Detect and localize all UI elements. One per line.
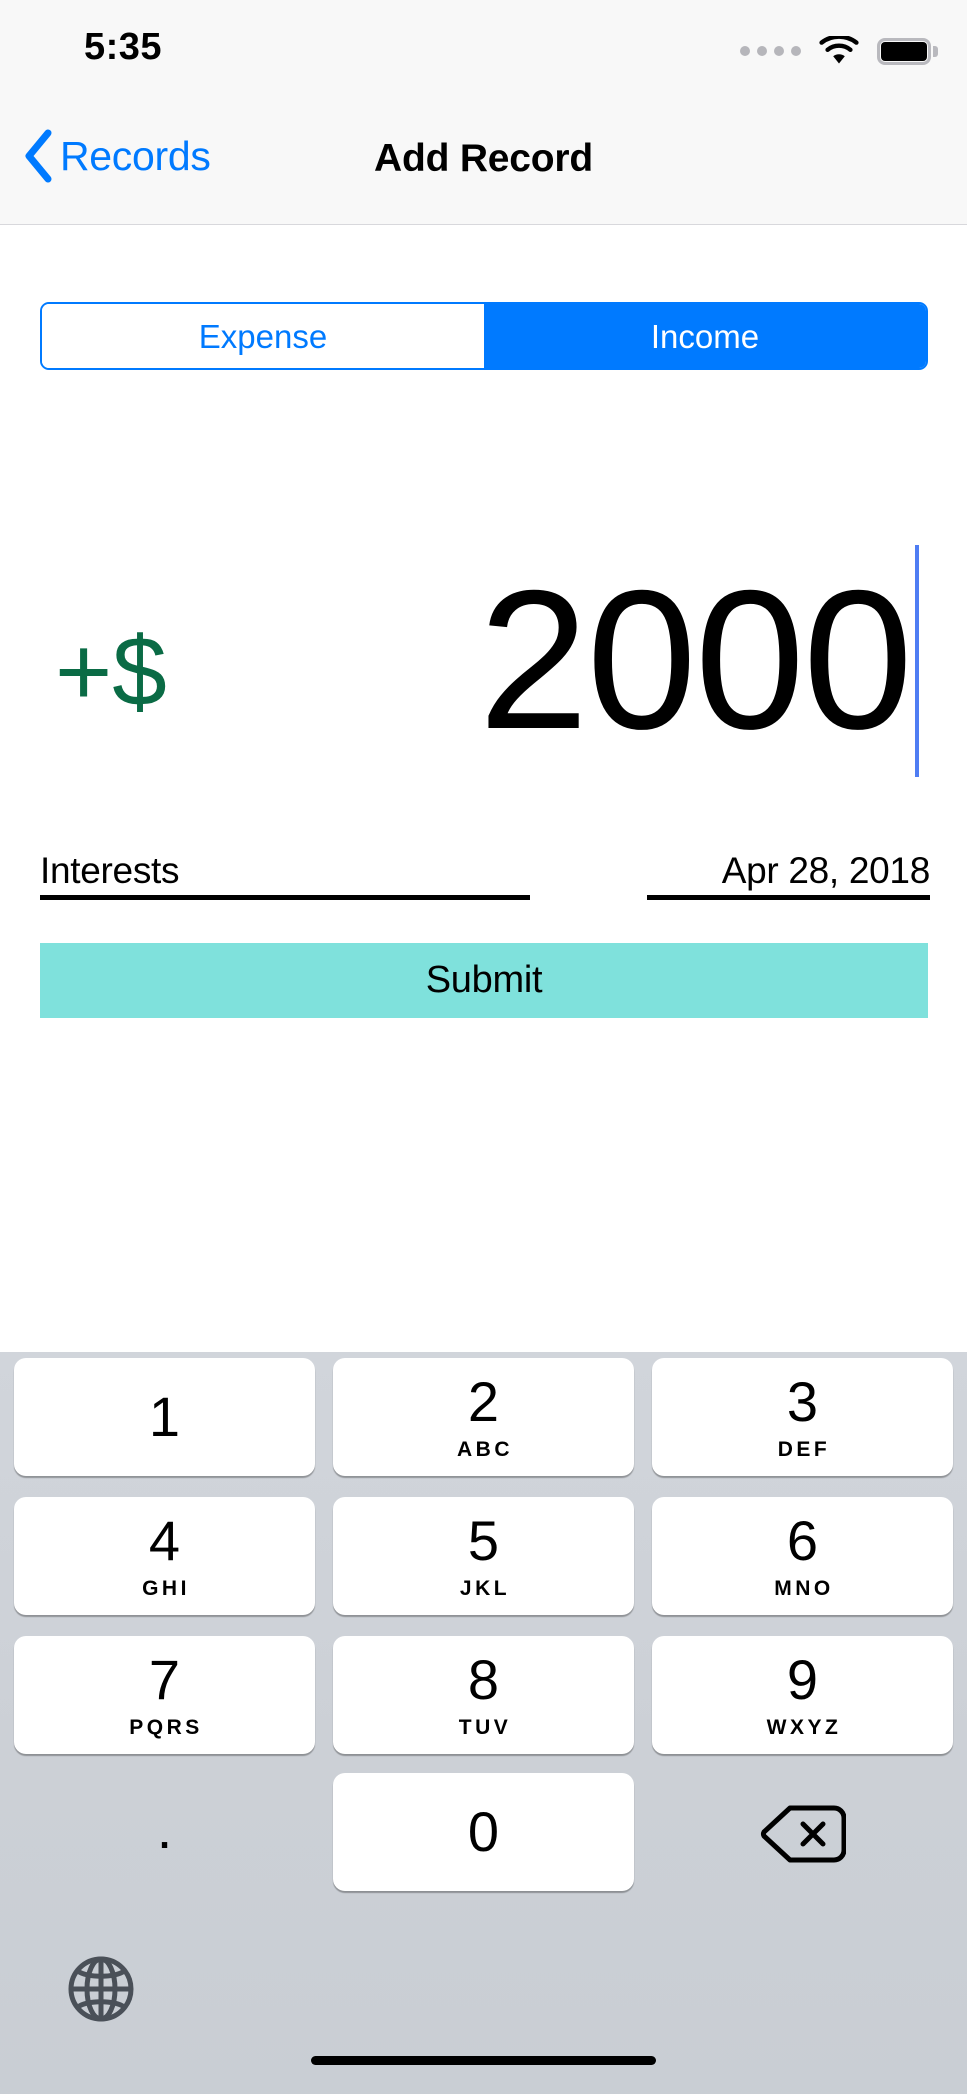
key-decimal-glyph: .	[156, 1797, 173, 1860]
key-6-letters: MNO	[774, 1577, 834, 1600]
key-1[interactable]: 1	[14, 1358, 315, 1476]
segment-expense[interactable]: Expense	[42, 304, 484, 368]
key-8-number: 8	[467, 1648, 500, 1711]
globe-language-icon	[68, 1956, 134, 2022]
backspace-delete-icon	[760, 1805, 846, 1863]
key-3-number: 3	[786, 1370, 819, 1433]
key-1-number: 1	[148, 1385, 181, 1448]
date-field-value: Apr 28, 2018	[721, 850, 931, 891]
key-3[interactable]: 3 DEF	[652, 1358, 953, 1476]
key-5-number: 5	[467, 1509, 500, 1572]
back-button-label: Records	[60, 132, 211, 179]
amount-sign-prefix: +$	[55, 616, 167, 726]
status-bar-time: 5:35	[84, 26, 163, 68]
amount-display[interactable]: +$ 2000	[0, 530, 967, 790]
key-5[interactable]: 5 JKL	[333, 1497, 634, 1615]
key-3-letters: DEF	[777, 1438, 831, 1461]
key-8[interactable]: 8 TUV	[333, 1636, 634, 1754]
date-field[interactable]: Apr 28, 2018	[647, 852, 930, 900]
keyboard-language-button[interactable]	[46, 1930, 156, 2048]
key-7[interactable]: 7 PQRS	[14, 1636, 315, 1754]
note-field-value: Interests	[40, 850, 180, 891]
key-0[interactable]: 0	[333, 1773, 634, 1891]
key-4-letters: GHI	[142, 1577, 190, 1600]
key-2-letters: ABC	[457, 1438, 513, 1461]
cellular-dots-icon	[740, 46, 801, 56]
key-9-number: 9	[786, 1648, 819, 1711]
key-5-letters: JKL	[459, 1577, 511, 1600]
wifi-icon	[819, 36, 859, 64]
key-2[interactable]: 2 ABC	[333, 1358, 634, 1476]
key-7-letters: PQRS	[129, 1716, 203, 1739]
record-type-segmented-control[interactable]: Expense Income	[40, 302, 928, 370]
back-button[interactable]: Records	[22, 128, 211, 184]
amount-value[interactable]: 2000	[479, 530, 913, 790]
key-7-number: 7	[148, 1648, 181, 1711]
key-2-number: 2	[467, 1370, 500, 1433]
chevron-left-icon	[25, 129, 52, 183]
note-field[interactable]: Interests	[40, 852, 530, 900]
navigation-bar: Add Record Records	[0, 92, 967, 225]
key-delete[interactable]	[652, 1775, 953, 1893]
key-4[interactable]: 4 GHI	[14, 1497, 315, 1615]
key-8-letters: TUV	[458, 1716, 512, 1739]
key-decimal-point[interactable]: .	[14, 1775, 315, 1893]
key-9[interactable]: 9 WXYZ	[652, 1636, 953, 1754]
key-9-letters: WXYZ	[766, 1716, 842, 1739]
key-0-number: 0	[467, 1800, 500, 1863]
home-indicator	[311, 2056, 656, 2065]
key-6-number: 6	[786, 1509, 819, 1572]
app-screen: 5:35 Add Record Records Expense Income +…	[0, 0, 967, 2094]
status-bar: 5:35	[0, 0, 967, 92]
battery-full-icon	[877, 37, 938, 65]
status-bar-indicators	[740, 36, 938, 66]
segment-income[interactable]: Income	[484, 304, 926, 368]
text-caret	[915, 545, 919, 777]
key-4-number: 4	[148, 1509, 181, 1572]
key-6[interactable]: 6 MNO	[652, 1497, 953, 1615]
submit-button[interactable]: Submit	[40, 943, 928, 1018]
